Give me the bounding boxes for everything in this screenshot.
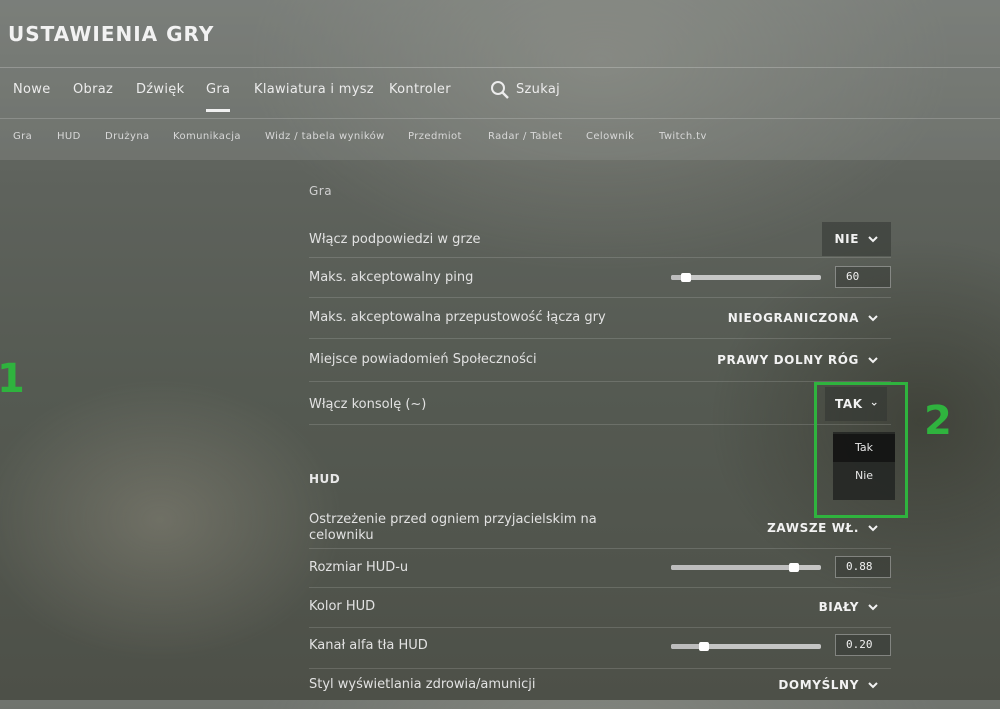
subtab-twitch[interactable]: Twitch.tv xyxy=(659,131,707,142)
bandwidth-dropdown[interactable]: NIEOGRANICZONA xyxy=(716,301,891,335)
setting-label: Kanał alfa tła HUD xyxy=(309,638,428,653)
page-title: USTAWIENIA GRY xyxy=(8,22,215,46)
dropdown-value: DOMYŚLNY xyxy=(778,678,859,692)
divider xyxy=(0,118,1000,119)
subtab-hud[interactable]: HUD xyxy=(57,131,81,142)
setting-label: Ostrzeżenie przed ogniem przyjacielskim … xyxy=(309,512,597,543)
setting-label: Maks. akceptowalna przepustowość łącza g… xyxy=(309,310,606,325)
hud-alpha-value-input[interactable]: 0.20 xyxy=(835,634,891,656)
settings-panel: Gra Włącz podpowiedzi w grze NIE Maks. a… xyxy=(309,160,891,700)
chevron-down-icon xyxy=(868,236,878,243)
hud-size-slider[interactable] xyxy=(671,563,821,572)
subtab-gra[interactable]: Gra xyxy=(13,131,32,142)
setting-row: Kolor HUD BIAŁY xyxy=(309,588,891,628)
tab-klawiatura-i-mysz[interactable]: Klawiatura i mysz xyxy=(254,82,374,97)
setting-row: Rozmiar HUD-u 0.88 xyxy=(309,549,891,588)
annotation-number-1: 1 xyxy=(0,356,25,402)
dropdown-value: NIE xyxy=(834,232,859,246)
tab-obraz[interactable]: Obraz xyxy=(73,82,113,97)
hud-size-value-input[interactable]: 0.88 xyxy=(835,556,891,578)
setting-label: Miejsce powiadomień Społeczności xyxy=(309,352,537,367)
hints-dropdown[interactable]: NIE xyxy=(822,222,891,256)
subtab-celownik[interactable]: Celownik xyxy=(586,131,634,142)
divider xyxy=(0,67,1000,68)
tab-kontroler[interactable]: Kontroler xyxy=(389,82,451,97)
dropdown-value: ZAWSZE WŁ. xyxy=(767,521,859,535)
setting-label: Włącz konsolę (~) xyxy=(309,397,427,412)
setting-row: Włącz podpowiedzi w grze NIE xyxy=(309,222,891,258)
search-button[interactable]: Szukaj xyxy=(516,82,560,97)
chevron-down-icon xyxy=(868,604,878,611)
setting-row: Kanał alfa tła HUD 0.20 xyxy=(309,628,891,669)
ping-value-input[interactable]: 60 xyxy=(835,266,891,288)
hud-alpha-slider[interactable] xyxy=(671,642,821,651)
section-title-gra: Gra xyxy=(309,184,333,198)
setting-label: Kolor HUD xyxy=(309,599,376,614)
setting-label: Włącz podpowiedzi w grze xyxy=(309,232,481,247)
slider-fill xyxy=(671,565,794,570)
setting-row: Ostrzeżenie przed ogniem przyjacielskim … xyxy=(309,508,891,549)
setting-row: Styl wyświetlania zdrowia/amunicji DOMYŚ… xyxy=(309,669,891,709)
setting-row: Maks. akceptowalny ping 60 xyxy=(309,258,891,298)
tab-dzwiek[interactable]: Dźwięk xyxy=(136,82,184,97)
subtab-radar-tablet[interactable]: Radar / Tablet xyxy=(488,131,563,142)
setting-row: Miejsce powiadomień Społeczności PRAWY D… xyxy=(309,339,891,382)
chevron-down-icon xyxy=(868,682,878,689)
tab-nowe[interactable]: Nowe xyxy=(13,82,51,97)
setting-row: Włącz konsolę (~) TAK xyxy=(309,382,891,425)
annotation-highlight-box xyxy=(814,382,908,518)
subtab-komunikacja[interactable]: Komunikacja xyxy=(173,131,241,142)
setting-label: Styl wyświetlania zdrowia/amunicji xyxy=(309,677,536,692)
annotation-number-2: 2 xyxy=(924,398,952,444)
subtab-przedmiot[interactable]: Przedmiot xyxy=(408,131,462,142)
tab-gra[interactable]: Gra xyxy=(206,82,231,112)
chevron-down-icon xyxy=(868,357,878,364)
setting-label: Rozmiar HUD-u xyxy=(309,560,409,575)
notification-position-dropdown[interactable]: PRAWY DOLNY RÓG xyxy=(705,343,891,377)
chevron-down-icon xyxy=(868,525,878,532)
slider-track xyxy=(671,275,821,280)
chevron-down-icon xyxy=(868,315,878,322)
subtab-druzyna[interactable]: Drużyna xyxy=(105,131,150,142)
slider-thumb[interactable] xyxy=(789,563,799,572)
slider-thumb[interactable] xyxy=(699,642,709,651)
health-ammo-style-dropdown[interactable]: DOMYŚLNY xyxy=(766,668,891,702)
slider-thumb[interactable] xyxy=(681,273,691,282)
dropdown-value: NIEOGRANICZONA xyxy=(727,311,859,325)
dropdown-value: BIAŁY xyxy=(818,600,859,614)
setting-row: Maks. akceptowalna przepustowość łącza g… xyxy=(309,298,891,339)
setting-label: Maks. akceptowalny ping xyxy=(309,270,474,285)
section-title-hud: HUD xyxy=(309,472,341,486)
ping-slider[interactable] xyxy=(671,273,821,282)
hud-color-dropdown[interactable]: BIAŁY xyxy=(807,590,891,624)
search-icon[interactable] xyxy=(490,80,510,100)
subtab-widz-tabela-wynikow[interactable]: Widz / tabela wyników xyxy=(265,131,385,142)
dropdown-value: PRAWY DOLNY RÓG xyxy=(717,353,859,367)
